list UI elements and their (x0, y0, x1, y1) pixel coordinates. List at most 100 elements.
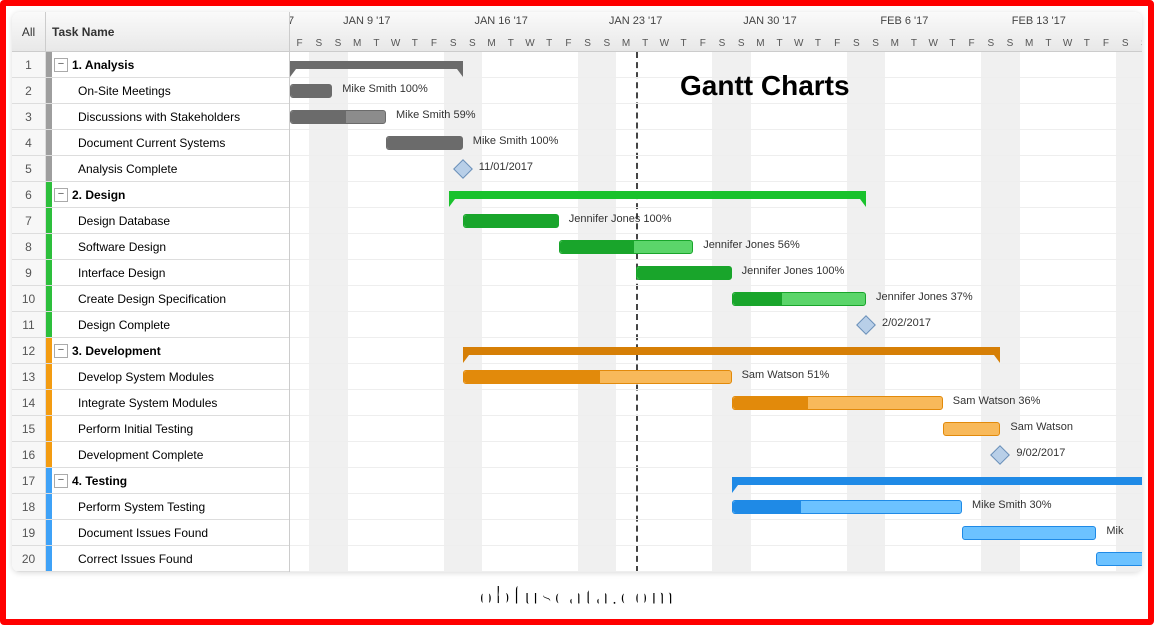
task-row[interactable]: 5Analysis Complete (12, 156, 289, 182)
task-row[interactable]: 10Create Design Specification (12, 286, 289, 312)
app-frame: All Task Name 1−1. Analysis2On-Site Meet… (0, 0, 1154, 625)
task-bar-label: Jennifer Jones 37% (876, 291, 973, 303)
timeline-day-letter: S (444, 38, 463, 49)
task-row[interactable]: 9 Interface Design (12, 260, 289, 286)
timeline-week-label: JAN 23 '17 (609, 15, 662, 27)
task-name-cell: Discussions with Stakeholders (78, 110, 289, 124)
task-name-cell: Perform System Testing (78, 500, 289, 514)
task-row[interactable]: 8Software Design (12, 234, 289, 260)
task-row[interactable]: 13Develop System Modules (12, 364, 289, 390)
timeline-week-label: JAN 30 '17 (743, 15, 796, 27)
timeline-day-letter: T (636, 38, 655, 49)
task-row[interactable]: 4Document Current Systems (12, 130, 289, 156)
group-color-strip (46, 52, 52, 77)
row-number: 15 (12, 416, 46, 441)
timeline-day-letter: S (1135, 38, 1142, 49)
gantt-lane (290, 546, 1142, 572)
gantt-lane: 2/02/2017 (290, 312, 1142, 338)
timeline-day-letter: T (808, 38, 827, 49)
collapse-icon[interactable]: − (54, 188, 68, 202)
task-row[interactable]: 16Development Complete (12, 442, 289, 468)
timeline-panel[interactable]: '7JAN 9 '17JAN 16 '17JAN 23 '17JAN 30 '1… (290, 12, 1142, 572)
task-row[interactable]: 7Design Database (12, 208, 289, 234)
gantt-chart: All Task Name 1−1. Analysis2On-Site Meet… (12, 12, 1142, 572)
task-row[interactable]: 18Perform System Testing (12, 494, 289, 520)
task-row[interactable]: 20Correct Issues Found (12, 546, 289, 572)
row-number: 6 (12, 182, 46, 207)
task-bar[interactable] (636, 266, 732, 280)
summary-bar[interactable] (463, 347, 1001, 355)
gantt-lane: Mike Smith 30% (290, 494, 1142, 520)
timeline-day-letter: S (1000, 38, 1019, 49)
timeline-day-letter: M (885, 38, 904, 49)
task-bar[interactable] (732, 292, 866, 306)
row-number: 12 (12, 338, 46, 363)
progress-fill (637, 267, 731, 279)
gantt-lane: Mik (290, 520, 1142, 546)
gantt-lane: Jennifer Jones 100% (290, 260, 1142, 286)
task-row[interactable]: 6−2. Design (12, 182, 289, 208)
collapse-icon[interactable]: − (54, 344, 68, 358)
task-bar[interactable] (290, 84, 332, 98)
task-name-cell: Design Complete (78, 318, 289, 332)
timeline-day-letter: W (924, 38, 943, 49)
milestone-label: 11/01/2017 (479, 161, 533, 173)
header-all[interactable]: All (12, 12, 46, 51)
collapse-icon[interactable]: − (54, 474, 68, 488)
gantt-lane (290, 338, 1142, 364)
timeline-day-letter: F (828, 38, 847, 49)
task-name-cell: Analysis Complete (78, 162, 289, 176)
row-number: 10 (12, 286, 46, 311)
task-name-cell: Document Current Systems (78, 136, 289, 150)
task-bar[interactable] (943, 422, 1001, 436)
task-row[interactable]: 19Document Issues Found (12, 520, 289, 546)
group-color-strip (46, 442, 52, 467)
header-task-name[interactable]: Task Name (46, 12, 289, 51)
summary-bar[interactable] (449, 191, 866, 199)
task-bar[interactable] (559, 240, 693, 254)
collapse-icon[interactable]: − (54, 58, 68, 72)
task-row[interactable]: 15Perform Initial Testing (12, 416, 289, 442)
task-bar[interactable] (1096, 552, 1142, 566)
gantt-lane: Jennifer Jones 100% (290, 208, 1142, 234)
task-row[interactable]: 11Design Complete (12, 312, 289, 338)
summary-bar[interactable] (290, 61, 463, 69)
timeline-day-letter: T (904, 38, 923, 49)
group-color-strip (46, 338, 52, 363)
timeline-day-letter: T (770, 38, 789, 49)
milestone-diamond-icon[interactable] (453, 159, 473, 179)
task-row[interactable]: 3 Discussions with Stakeholders (12, 104, 289, 130)
row-number: 3 (12, 104, 46, 129)
task-bar[interactable] (463, 370, 732, 384)
gantt-lane: Sam Watson (290, 416, 1142, 442)
task-row[interactable]: 17−4. Testing (12, 468, 289, 494)
task-bar[interactable] (386, 136, 463, 150)
milestone-diamond-icon[interactable] (856, 315, 876, 335)
task-bar-label: Jennifer Jones 100% (569, 213, 672, 225)
timeline-day-letter: T (501, 38, 520, 49)
task-row[interactable]: 1−1. Analysis (12, 52, 289, 78)
task-bar[interactable] (732, 500, 962, 514)
group-color-strip (46, 390, 52, 415)
task-row[interactable]: 14Integrate System Modules (12, 390, 289, 416)
task-name-cell: Correct Issues Found (78, 552, 289, 566)
timeline-body[interactable]: Mike Smith 100%Mike Smith 59%Mike Smith … (290, 52, 1142, 572)
task-bar[interactable] (962, 526, 1096, 540)
task-list-panel: All Task Name 1−1. Analysis2On-Site Meet… (12, 12, 290, 572)
timeline-day-letter: T (674, 38, 693, 49)
task-bar[interactable] (290, 110, 386, 124)
row-number: 9 (12, 260, 46, 285)
progress-fill (733, 501, 802, 513)
group-color-strip (46, 104, 52, 129)
task-bar[interactable] (463, 214, 559, 228)
task-row[interactable]: 12−3. Development (12, 338, 289, 364)
milestone-diamond-icon[interactable] (990, 445, 1010, 465)
group-color-strip (46, 546, 52, 571)
task-name-cell: Interface Design (78, 266, 289, 280)
task-bar[interactable] (732, 396, 943, 410)
summary-bar[interactable] (732, 477, 1142, 485)
timeline-day-letter: M (616, 38, 635, 49)
timeline-day-letter: F (559, 38, 578, 49)
timeline-header[interactable]: '7JAN 9 '17JAN 16 '17JAN 23 '17JAN 30 '1… (290, 12, 1142, 52)
task-row[interactable]: 2On-Site Meetings (12, 78, 289, 104)
